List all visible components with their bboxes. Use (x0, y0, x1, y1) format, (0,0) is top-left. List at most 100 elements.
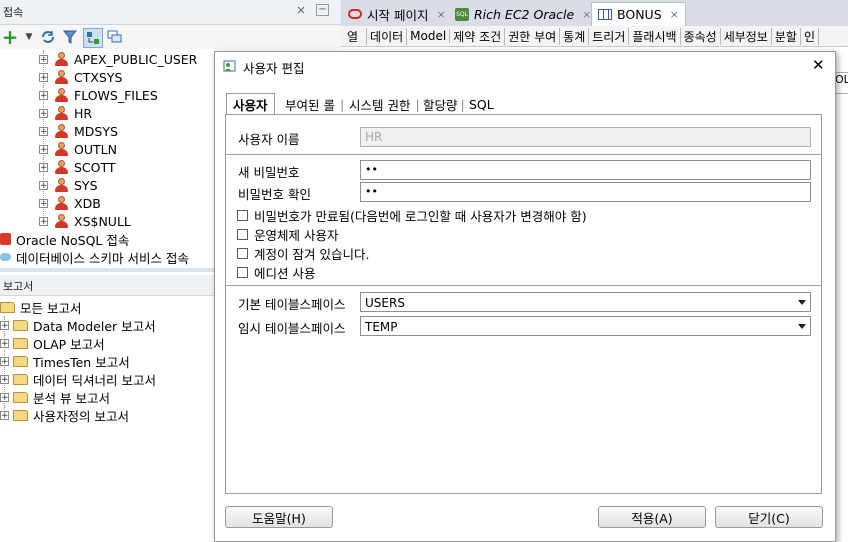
expand-icon[interactable]: + (0, 356, 9, 366)
help-button[interactable]: 도움말(H) (225, 506, 333, 528)
os-user-checkbox[interactable]: 운영체제 사용자 (237, 225, 338, 244)
folder-icon (13, 355, 28, 367)
subtab[interactable]: 제약 조건 (450, 27, 506, 45)
tree-item-user[interactable]: + APEX_PUBLIC_USER (39, 50, 197, 68)
user-icon (54, 124, 68, 138)
tree-item-label: HR (74, 105, 93, 121)
expand-icon[interactable]: + (0, 320, 9, 330)
expand-icon[interactable]: + (39, 126, 48, 136)
reports-root[interactable]: 모든 보고서 (0, 298, 81, 316)
tab-bonus[interactable]: BONUS × (591, 2, 686, 26)
confirm-password-field[interactable]: •• (360, 182, 811, 202)
password-expired-checkbox[interactable]: 비밀번호가 만료됨(다음번에 로그인할 때 사용자가 변경해야 함) (237, 206, 587, 225)
table-icon (598, 9, 612, 20)
subtab[interactable]: 플래시백 (629, 27, 681, 45)
tree-item-user[interactable]: + OUTLN (39, 140, 117, 158)
tab-system-privileges[interactable]: 시스템 권한 | (349, 94, 420, 114)
expand-icon[interactable]: + (39, 144, 48, 154)
subtab[interactable]: 권한 부여 (505, 27, 561, 45)
object-subtab-bar: 열 데이터 Model 제약 조건 권한 부여 통계 트리거 플래시백 종속성 세부정보 분할 인 (341, 26, 848, 47)
tree-item-user[interactable]: + MDSYS (39, 122, 118, 140)
new-password-field[interactable]: •• (360, 160, 811, 180)
subtab[interactable]: 트리거 (589, 27, 630, 45)
filter-icon[interactable] (61, 28, 79, 46)
dropdown-arrow-icon[interactable]: ▼ (20, 28, 38, 46)
tree-item-user[interactable]: + SYS (39, 176, 98, 194)
editions-enabled-checkbox[interactable]: 에디션 사용 (237, 263, 315, 282)
temp-tablespace-select[interactable]: TEMP (360, 316, 811, 336)
tree-item-user[interactable]: + CTXSYS (39, 68, 122, 86)
separator (226, 285, 821, 286)
connections-minimize-icon[interactable]: − (316, 4, 329, 16)
tab-granted-roles[interactable]: 부여된 롤 | (285, 94, 344, 114)
tab-sql[interactable]: SQL (469, 94, 494, 114)
tab-rich-ec2-oracle[interactable]: SQL Rich EC2 Oracle × (451, 3, 595, 25)
tree-item-label: CTXSYS (74, 69, 123, 85)
close-button[interactable]: 닫기(C) (715, 506, 823, 528)
add-connection-icon[interactable]: + (1, 25, 19, 49)
close-tab-icon[interactable]: × (670, 8, 679, 21)
checkbox-box[interactable] (237, 210, 248, 221)
expand-icon[interactable]: + (39, 198, 48, 208)
refresh-icon[interactable] (39, 28, 57, 46)
schema-browser-icon[interactable] (83, 28, 103, 48)
connections-close-icon[interactable]: × (296, 3, 306, 17)
subtab[interactable]: 인 (801, 27, 819, 45)
expand-icon[interactable]: + (0, 374, 9, 384)
expand-icon[interactable]: + (39, 90, 48, 100)
close-tab-icon[interactable]: × (582, 8, 591, 21)
subtab[interactable]: 세부정보 (721, 27, 772, 45)
tree-item-label: Data Modeler 보고서 (33, 318, 156, 334)
tree-item-report[interactable]: + 사용자정의 보고서 (0, 406, 129, 424)
subtab[interactable]: 통계 (560, 27, 590, 45)
folder-icon (13, 319, 28, 331)
apply-button[interactable]: 적용(A) (598, 506, 706, 528)
expand-icon[interactable]: + (39, 180, 48, 190)
tree-item-report[interactable]: + OLAP 보고서 (0, 334, 105, 352)
oracle-icon (348, 9, 362, 19)
subtab[interactable]: 종속성 (681, 27, 721, 45)
folder-icon (13, 373, 28, 385)
close-tab-icon[interactable]: × (436, 8, 445, 21)
tree-item-report[interactable]: + 데이터 딕셔너리 보고서 (0, 370, 156, 388)
tree-item-report[interactable]: + Data Modeler 보고서 (0, 316, 156, 334)
subtab[interactable]: 열 (341, 27, 368, 45)
tree-item-label: 데이터 딕셔너리 보고서 (33, 372, 156, 388)
expand-icon[interactable]: + (0, 392, 9, 402)
tree-item-label: 데이터베이스 스키마 서비스 접속 (16, 250, 189, 266)
tree-item-label: XS$NULL (74, 213, 131, 229)
dialog-close-icon[interactable]: ✕ (812, 56, 825, 74)
tree-item-report[interactable]: + 분석 뷰 보고서 (0, 388, 110, 406)
checkbox-box[interactable] (237, 248, 248, 259)
account-locked-checkbox[interactable]: 계정이 잠겨 있습니다. (237, 244, 369, 263)
expand-icon[interactable]: + (39, 162, 48, 172)
checkbox-box[interactable] (237, 229, 248, 240)
expand-icon[interactable]: + (0, 410, 9, 420)
expand-icon[interactable]: + (39, 216, 48, 226)
tree-item-user[interactable]: + FLOWS_FILES (39, 86, 158, 104)
subtab[interactable]: Model (407, 29, 451, 43)
tree-item-nosql[interactable]: Oracle NoSQL 접속 (0, 230, 129, 248)
tree-item-user[interactable]: + HR (39, 104, 92, 122)
tab-quotas[interactable]: 할당량 | (423, 94, 465, 114)
user-icon (54, 70, 68, 84)
tab-start-page[interactable]: 시작 페이지 × (344, 3, 450, 25)
expand-icon[interactable]: + (39, 54, 48, 64)
tree-item-user[interactable]: + SCOTT (39, 158, 116, 176)
expand-icon[interactable]: + (39, 72, 48, 82)
expand-icon[interactable]: + (39, 108, 48, 118)
collapse-all-icon[interactable] (106, 28, 124, 46)
subtab[interactable]: 데이터 (367, 27, 408, 45)
tree-item-cloud-schema[interactable]: 데이터베이스 스키마 서비스 접속 (0, 248, 189, 266)
expand-icon[interactable]: + (0, 338, 9, 348)
tab-user[interactable]: 사용자 (226, 93, 275, 115)
subtab[interactable]: 분할 (772, 27, 801, 45)
checkbox-box[interactable] (237, 267, 248, 278)
tree-item-report[interactable]: + TimesTen 보고서 (0, 352, 130, 370)
tree-item-user[interactable]: + XDB (39, 194, 101, 212)
default-tablespace-select[interactable]: USERS (360, 292, 811, 312)
user-icon (54, 214, 68, 228)
tab-label: 사용자 (233, 98, 268, 113)
tree-item-user[interactable]: + XS$NULL (39, 212, 131, 230)
checkbox-label: 운영체제 사용자 (254, 228, 339, 243)
